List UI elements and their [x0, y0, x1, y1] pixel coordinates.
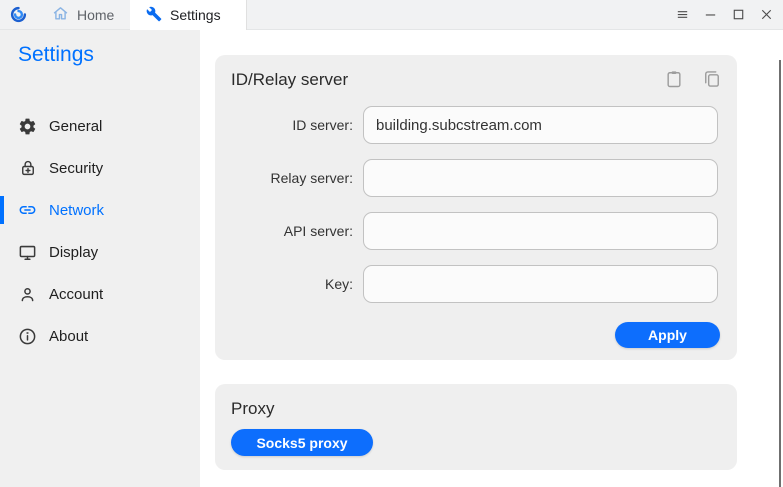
sidebar-menu: General Security [0, 105, 200, 357]
form-row-relay-server: Relay server: [215, 159, 737, 197]
wrench-icon [146, 6, 162, 25]
sidebar-item-security[interactable]: Security [0, 147, 200, 189]
paste-clipboard-icon[interactable] [663, 68, 685, 90]
copy-icon[interactable] [701, 68, 723, 90]
scrollbar[interactable] [779, 60, 781, 487]
monitor-icon [18, 243, 37, 262]
card-title: ID/Relay server [231, 68, 348, 90]
sidebar-item-label: Security [49, 160, 103, 177]
tab-home-label: Home [77, 7, 114, 23]
chain-link-icon [18, 201, 37, 220]
minimize-button[interactable] [699, 4, 721, 26]
sidebar-title: Settings [18, 43, 200, 67]
titlebar: Home Settings [0, 0, 783, 30]
sidebar-item-about[interactable]: About [0, 315, 200, 357]
sidebar-item-label: About [49, 328, 88, 345]
id-server-input[interactable] [363, 106, 718, 144]
apply-button[interactable]: Apply [615, 322, 720, 348]
sidebar-item-label: Account [49, 286, 103, 303]
window-controls [671, 0, 783, 29]
person-icon [18, 285, 37, 304]
sidebar-item-label: Display [49, 244, 98, 261]
app-logo-icon [0, 0, 36, 29]
hamburger-menu-button[interactable] [671, 4, 693, 26]
form-row-key: Key: [215, 265, 737, 303]
active-indicator [0, 196, 4, 224]
socks5-proxy-button[interactable]: Socks5 proxy [231, 429, 373, 456]
padlock-plus-icon [18, 159, 37, 178]
form-row-id-server: ID server: [215, 106, 737, 144]
id-relay-server-card: ID/Relay server [215, 55, 737, 360]
tab-home[interactable]: Home [36, 0, 130, 29]
api-server-input[interactable] [363, 212, 718, 250]
info-circle-icon [18, 327, 37, 346]
relay-server-input[interactable] [363, 159, 718, 197]
key-input[interactable] [363, 265, 718, 303]
sidebar-item-label: Network [49, 202, 104, 219]
sidebar-item-general[interactable]: General [0, 105, 200, 147]
sidebar-item-account[interactable]: Account [0, 273, 200, 315]
server-form: ID server: Relay server: API server: Key… [215, 106, 737, 303]
sidebar-item-display[interactable]: Display [0, 231, 200, 273]
tab-settings[interactable]: Settings [130, 0, 247, 30]
api-server-label: API server: [215, 223, 363, 239]
close-button[interactable] [755, 4, 777, 26]
sidebar-item-label: General [49, 118, 102, 135]
gear-icon [18, 117, 37, 136]
sidebar-item-network[interactable]: Network [0, 189, 200, 231]
proxy-card: Proxy Socks5 proxy [215, 384, 737, 470]
relay-server-label: Relay server: [215, 170, 363, 186]
id-server-label: ID server: [215, 117, 363, 133]
main-content: ID/Relay server [200, 30, 783, 487]
house-icon [52, 5, 69, 25]
key-label: Key: [215, 276, 363, 292]
settings-sidebar: Settings General [0, 30, 200, 487]
maximize-button[interactable] [727, 4, 749, 26]
form-row-api-server: API server: [215, 212, 737, 250]
tab-settings-label: Settings [170, 7, 221, 23]
proxy-card-title: Proxy [231, 397, 721, 419]
